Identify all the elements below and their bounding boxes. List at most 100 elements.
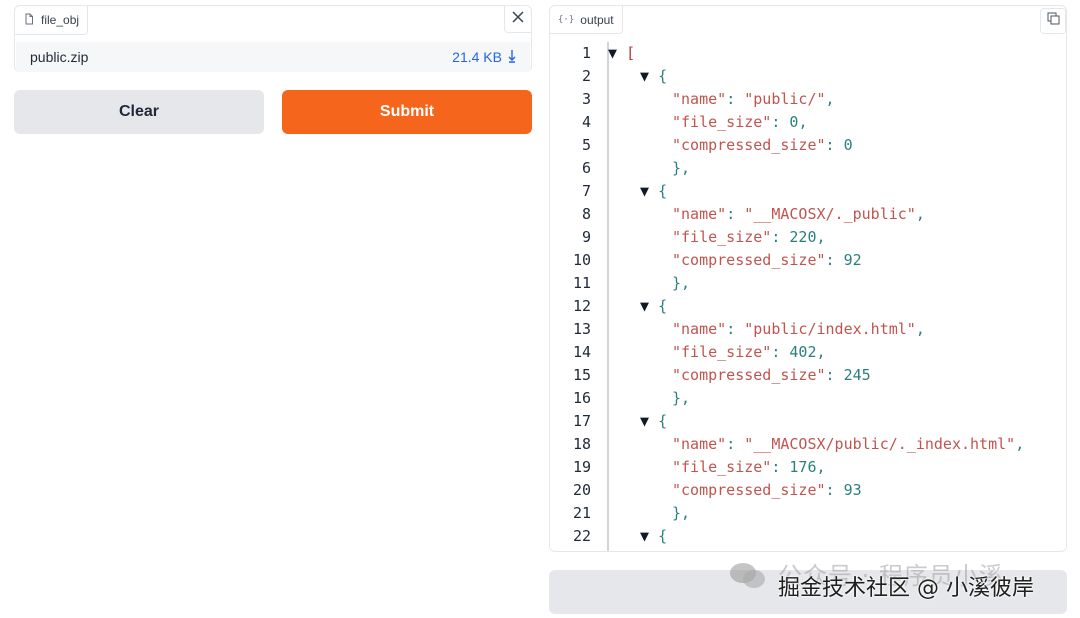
code-token: {: [658, 297, 668, 315]
code-content: "compressed_size": 92: [672, 249, 862, 272]
code-content: "compressed_size": 93: [672, 479, 862, 502]
code-token: 245: [843, 366, 871, 384]
submit-button[interactable]: Submit: [282, 90, 532, 134]
collapse-toggle-icon[interactable]: ▼: [640, 527, 658, 545]
uploaded-file-row[interactable]: public.zip 21.4 KB: [16, 42, 530, 72]
line-number: 11: [572, 274, 591, 292]
code-token: 93: [843, 481, 862, 499]
code-content: ▼ {: [640, 65, 667, 88]
file-upload-panel[interactable]: file_obj public.zip 21.4 KB: [14, 5, 532, 72]
code-content: "compressed_size": 0: [672, 134, 853, 157]
code-token: "name": [672, 205, 727, 223]
collapse-toggle-icon[interactable]: ▼: [640, 67, 658, 85]
code-token: "compressed_size": [672, 251, 826, 269]
file-size-download[interactable]: 21.4 KB: [452, 49, 516, 66]
code-line: 16},: [550, 387, 1066, 410]
code-token: "name": [672, 435, 727, 453]
code-content: "name": "__MACOSX/._public",: [672, 203, 925, 226]
line-number: 17: [572, 412, 591, 430]
code-token: 92: [843, 251, 862, 269]
clear-button[interactable]: Clear: [14, 90, 264, 134]
code-line: 21},: [550, 502, 1066, 525]
code-token: ,: [816, 458, 826, 476]
code-token: ,: [816, 228, 826, 246]
collapse-toggle-icon[interactable]: ▼: [608, 44, 626, 62]
code-token: "file_size": [672, 458, 772, 476]
code-token: 220: [789, 228, 817, 246]
collapse-toggle-icon[interactable]: ▼: [640, 297, 658, 315]
code-token: "file_size": [672, 343, 772, 361]
code-line: 8 "name": "__MACOSX/._public",: [550, 203, 1066, 226]
code-line: 5 "compressed_size": 0: [550, 134, 1066, 157]
download-icon: [508, 49, 516, 66]
code-content: },: [672, 272, 690, 295]
code-token: "__MACOSX/._public": [744, 205, 916, 223]
file-input-label: file_obj: [15, 6, 89, 35]
code-content: ▼ {: [640, 295, 667, 318]
file-name: public.zip: [30, 49, 89, 65]
code-content: "name": "__MACOSX/public/._index.html",: [672, 433, 1024, 456]
line-number: 13: [572, 320, 591, 338]
code-token: :: [771, 113, 790, 131]
line-number: 22: [572, 527, 591, 545]
code-token: {: [658, 182, 668, 200]
code-line: 15 "compressed_size": 245: [550, 364, 1066, 387]
line-number: 15: [572, 366, 591, 384]
code-content: "file_size": 220,: [672, 226, 826, 249]
code-token: :: [825, 251, 844, 269]
code-token: 176: [789, 458, 817, 476]
copy-icon: [1047, 12, 1060, 30]
code-token: "__MACOSX/public/._index.html": [744, 435, 1016, 453]
code-line: 9 "file_size": 220,: [550, 226, 1066, 249]
code-token: 0: [843, 136, 853, 154]
code-line: 2 ▼ {: [550, 65, 1066, 88]
copy-button[interactable]: [1040, 8, 1066, 34]
code-token: },: [672, 274, 691, 292]
code-token: {: [658, 67, 668, 85]
line-number: 18: [572, 435, 591, 453]
line-number: 9: [581, 228, 591, 246]
code-content: "file_size": 176,: [672, 456, 826, 479]
code-content: ▼ [: [608, 42, 635, 65]
wechat-icon: [728, 560, 768, 597]
code-line: 10 "compressed_size": 92: [550, 249, 1066, 272]
json-code-view: 1 ▼ [2 ▼ {3 "name": "public/", 4 "file_size":…: [550, 42, 1066, 551]
code-token: {: [658, 412, 668, 430]
code-token: "public/index.html": [744, 320, 916, 338]
code-token: },: [672, 159, 691, 177]
code-line: 18 "name": "__MACOSX/public/._index.html"…: [550, 433, 1066, 456]
line-number: 21: [572, 504, 591, 522]
code-token: "name": [672, 90, 727, 108]
code-token: ,: [798, 113, 808, 131]
line-number: 2: [581, 67, 591, 85]
code-token: :: [726, 90, 745, 108]
code-line: 4 "file_size": 0,: [550, 111, 1066, 134]
code-content: ▼ {: [640, 410, 667, 433]
line-number: 20: [572, 481, 591, 499]
line-number: 5: [581, 136, 591, 154]
code-token: :: [726, 320, 745, 338]
file-icon: [23, 13, 35, 28]
clear-file-button[interactable]: [504, 6, 531, 33]
code-token: "compressed_size": [672, 136, 826, 154]
code-line: 17 ▼ {: [550, 410, 1066, 433]
line-number: 10: [572, 251, 591, 269]
code-content: "compressed_size": 245: [672, 364, 871, 387]
code-token: :: [825, 366, 844, 384]
code-token: 402: [789, 343, 817, 361]
code-token: :: [771, 228, 790, 246]
code-line: 13 "name": "public/index.html",: [550, 318, 1066, 341]
line-number: 12: [572, 297, 591, 315]
code-token: ,: [915, 205, 925, 223]
code-content: "file_size": 0,: [672, 111, 807, 134]
collapse-toggle-icon[interactable]: ▼: [640, 412, 658, 430]
line-number: 1: [581, 44, 591, 62]
code-token: {: [658, 527, 668, 545]
output-label-text: output: [580, 12, 614, 27]
flag-button[interactable]: [549, 570, 1067, 614]
file-size: 21.4 KB: [452, 49, 502, 65]
code-content: "name": "public/index.html",: [672, 318, 925, 341]
line-number: 3: [581, 90, 591, 108]
code-token: [: [626, 44, 636, 62]
collapse-toggle-icon[interactable]: ▼: [640, 182, 658, 200]
